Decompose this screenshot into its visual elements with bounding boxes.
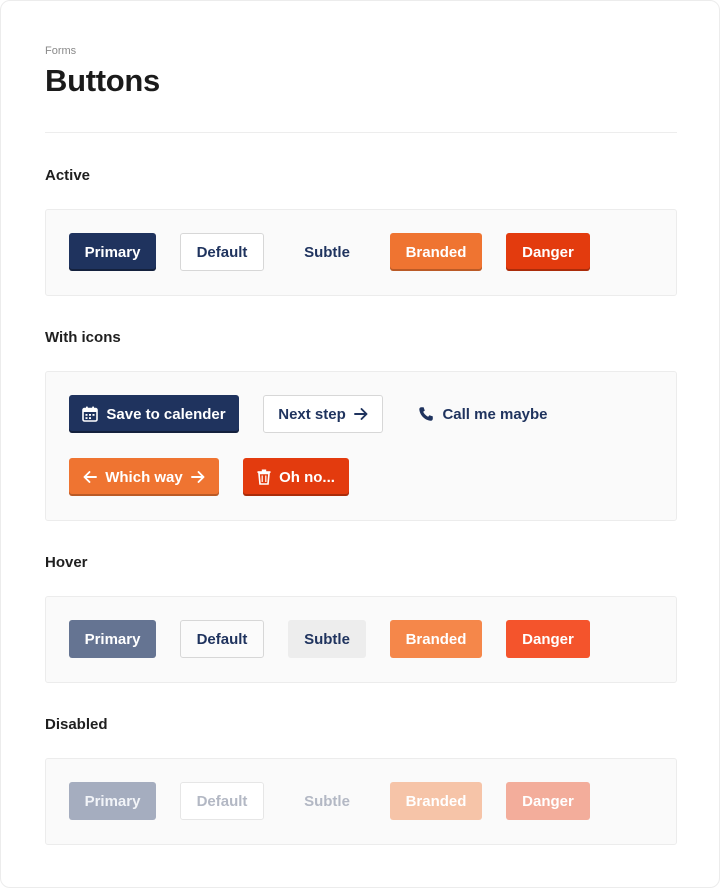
which-way-label: Which way [105, 468, 183, 486]
section-title-with-icons: With icons [45, 329, 121, 346]
arrow-right-icon [190, 470, 205, 484]
branded-button[interactable]: Branded [390, 233, 482, 271]
disabled-panel: Primary Default Subtle Branded Danger [45, 758, 677, 845]
section-title-active: Active [45, 167, 91, 184]
primary-button[interactable]: Primary [69, 233, 156, 271]
calendar-icon [82, 406, 99, 422]
subtle-button-disabled: Subtle [304, 792, 350, 810]
call-me-maybe-label: Call me maybe [442, 405, 548, 423]
save-to-calendar-label: Save to calender [106, 405, 226, 423]
section-title-disabled: Disabled [45, 716, 108, 733]
with-icons-panel: Save to calender Next step Call me maybe… [45, 371, 677, 521]
danger-button[interactable]: Danger [506, 233, 590, 271]
next-step-label: Next step [278, 405, 346, 423]
trash-icon [257, 469, 271, 485]
branded-button-disabled: Branded [390, 782, 482, 820]
which-way-button[interactable]: Which way [69, 458, 219, 496]
oh-no-label: Oh no... [279, 468, 335, 486]
active-panel: Primary Default Subtle Branded Danger [45, 209, 677, 296]
primary-button-hover[interactable]: Primary [69, 620, 156, 658]
default-button[interactable]: Default [180, 233, 264, 271]
branded-button-hover[interactable]: Branded [390, 620, 482, 658]
default-button-hover[interactable]: Default [180, 620, 264, 658]
next-step-button[interactable]: Next step [263, 395, 383, 433]
oh-no-button[interactable]: Oh no... [243, 458, 349, 496]
page-title: Buttons [45, 63, 160, 98]
divider [45, 132, 677, 133]
save-to-calendar-button[interactable]: Save to calender [69, 395, 239, 433]
subtle-button-hover[interactable]: Subtle [288, 620, 366, 658]
primary-button-disabled: Primary [69, 782, 156, 820]
hover-panel: Primary Default Subtle Branded Danger [45, 596, 677, 683]
page-frame: Forms Buttons Active Primary Default Sub… [0, 0, 720, 888]
danger-button-hover[interactable]: Danger [506, 620, 590, 658]
default-button-disabled: Default [180, 782, 264, 820]
arrow-left-icon [83, 470, 98, 484]
call-me-maybe-button[interactable]: Call me maybe [406, 395, 560, 433]
breadcrumb[interactable]: Forms [45, 45, 76, 57]
section-title-hover: Hover [45, 554, 88, 571]
phone-icon [418, 406, 434, 422]
arrow-right-icon [353, 407, 368, 421]
danger-button-disabled: Danger [506, 782, 590, 820]
subtle-button[interactable]: Subtle [289, 233, 365, 271]
